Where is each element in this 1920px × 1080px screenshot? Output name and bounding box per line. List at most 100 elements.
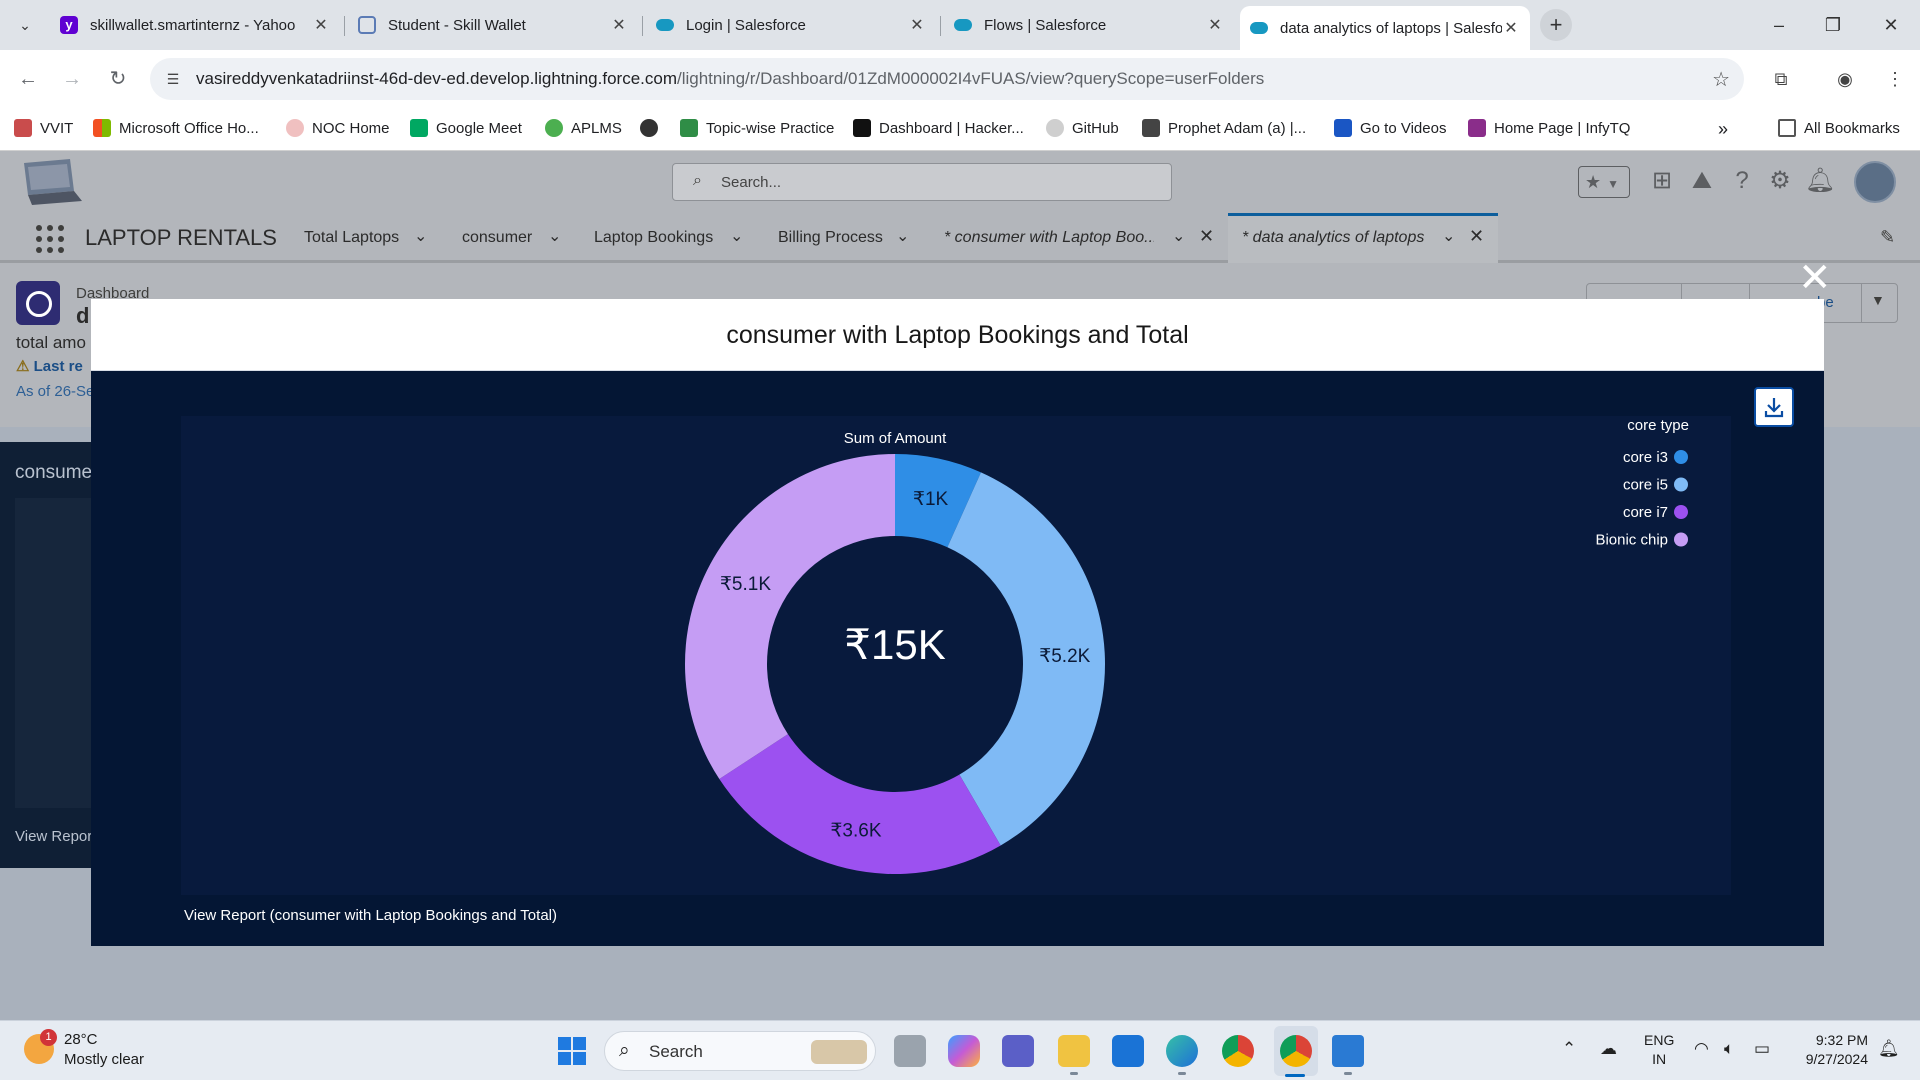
windows-start-icon[interactable] xyxy=(558,1037,586,1065)
trailhead-icon[interactable]: ⛰ xyxy=(1686,165,1718,197)
user-avatar[interactable] xyxy=(1854,161,1896,203)
app-logo[interactable] xyxy=(18,157,84,207)
favorites-button[interactable]: ★ ▼ xyxy=(1578,166,1630,198)
edge-icon[interactable] xyxy=(1166,1035,1198,1067)
chevron-down-icon[interactable]: ⌄ xyxy=(1172,226,1185,246)
chevron-down-icon[interactable]: ▼ xyxy=(1871,292,1885,308)
bookmark-item[interactable] xyxy=(640,119,666,137)
view-report-link[interactable]: View Report (consumer with Laptop Bookin… xyxy=(184,907,557,924)
weather-condition[interactable]: Mostly clear xyxy=(64,1051,144,1068)
battery-icon[interactable]: ▭ xyxy=(1754,1039,1770,1059)
chevron-down-icon[interactable]: ⌄ xyxy=(730,226,743,246)
edit-nav-pencil-icon[interactable]: ✎ xyxy=(1880,227,1895,248)
bookmark-item[interactable]: Go to Videos xyxy=(1334,119,1446,137)
bookmark-item[interactable]: Microsoft Office Ho... xyxy=(93,119,259,137)
chevron-down-icon[interactable]: ⌄ xyxy=(414,226,427,246)
bookmark-item[interactable]: Prophet Adam (a) |... xyxy=(1142,119,1306,137)
nav-tab-consumer-report[interactable]: * consumer with Laptop Boo... xyxy=(944,229,1154,247)
widget-view-report-link[interactable]: View Repor xyxy=(15,828,92,845)
address-bar[interactable]: ☰ vasireddyvenkatadriinst-46d-dev-ed.dev… xyxy=(150,58,1744,100)
copilot-icon[interactable] xyxy=(948,1035,980,1067)
browser-tab[interactable]: y skillwallet.smartinternz - Yahoo ✕ xyxy=(50,8,340,42)
bookmark-item[interactable]: GitHub xyxy=(1046,119,1119,137)
site-info-icon[interactable]: ☰ xyxy=(162,68,184,90)
close-tab-icon[interactable]: ✕ xyxy=(1206,15,1224,35)
global-actions-icon[interactable]: ⊞ xyxy=(1646,165,1678,197)
legend-item-label[interactable]: core i3 xyxy=(1623,449,1668,466)
more-bookmarks-icon[interactable]: » xyxy=(1718,119,1728,140)
browser-menu-icon[interactable]: ⋮ xyxy=(1880,64,1910,94)
chevron-down-icon[interactable]: ⌄ xyxy=(896,226,909,246)
chrome-icon[interactable] xyxy=(1280,1035,1312,1067)
wifi-icon[interactable]: ◠ xyxy=(1694,1039,1709,1059)
restore-icon[interactable]: ❐ xyxy=(1810,10,1856,40)
browser-tab[interactable]: Student - Skill Wallet ✕ xyxy=(348,8,638,42)
legend-swatch[interactable] xyxy=(1674,450,1688,464)
download-chart-button[interactable] xyxy=(1754,387,1794,427)
weather-temperature[interactable]: 28°C xyxy=(64,1031,98,1048)
task-view-icon[interactable] xyxy=(894,1035,926,1067)
legend-swatch[interactable] xyxy=(1674,532,1688,547)
extensions-icon[interactable]: ⧉ xyxy=(1766,64,1796,94)
system-clock[interactable]: 9:32 PM 9/27/2024 xyxy=(1796,1031,1868,1069)
notepad-icon[interactable] xyxy=(1332,1035,1364,1067)
nav-item-consumer[interactable]: consumer xyxy=(462,229,532,247)
close-tab-icon[interactable]: ✕ xyxy=(610,15,628,35)
close-tab-icon[interactable]: ✕ xyxy=(1199,226,1214,247)
close-tab-icon[interactable]: ✕ xyxy=(1502,18,1520,38)
nav-item-billing-process[interactable]: Billing Process xyxy=(778,229,883,247)
legend-swatch[interactable] xyxy=(1674,477,1688,492)
notifications-bell-icon[interactable]: 🔔︎ xyxy=(1804,165,1836,197)
new-tab-button[interactable]: + xyxy=(1540,9,1572,41)
onedrive-cloud-icon[interactable]: ☁ xyxy=(1600,1039,1617,1059)
show-hidden-icons-chevron-icon[interactable]: ⌃ xyxy=(1562,1039,1576,1059)
browser-tab[interactable]: Login | Salesforce ✕ xyxy=(646,8,936,42)
nav-tab-data-analytics[interactable]: * data analytics of laptops xyxy=(1242,229,1424,247)
bookmark-item[interactable]: NOC Home xyxy=(286,119,390,137)
minimize-icon[interactable]: – xyxy=(1756,10,1802,40)
volume-icon[interactable]: 🔈︎ xyxy=(1724,1039,1734,1059)
forward-icon[interactable]: → xyxy=(57,64,87,94)
setup-gear-icon[interactable]: ⚙ xyxy=(1764,165,1796,197)
bookmark-item[interactable]: VVIT xyxy=(14,119,73,137)
chevron-down-icon[interactable]: ⌄ xyxy=(1442,226,1455,246)
donut-slice-bionic-chip[interactable] xyxy=(685,454,895,780)
close-tab-icon[interactable]: ✕ xyxy=(312,15,330,35)
bookmark-item[interactable]: Topic-wise Practice xyxy=(680,119,834,137)
legend-swatch[interactable] xyxy=(1674,505,1688,519)
chevron-down-icon[interactable]: ⌄ xyxy=(548,226,561,246)
all-bookmarks-button[interactable]: All Bookmarks xyxy=(1778,119,1900,137)
legend-item-label[interactable]: Bionic chip xyxy=(1595,532,1668,549)
chrome-icon[interactable] xyxy=(1222,1035,1254,1067)
nav-item-total-laptops[interactable]: Total Laptops xyxy=(304,229,399,247)
language-indicator[interactable]: ENG IN xyxy=(1644,1031,1674,1069)
bookmark-item[interactable]: Home Page | InfyTQ xyxy=(1468,119,1630,137)
app-launcher-icon[interactable] xyxy=(36,225,64,253)
global-search-input[interactable]: ⌕ Search... xyxy=(672,163,1172,201)
legend-item-label[interactable]: core i5 xyxy=(1623,477,1668,494)
close-tab-icon[interactable]: ✕ xyxy=(908,15,926,35)
bookmark-star-icon[interactable]: ☆ xyxy=(1712,67,1730,92)
teams-icon[interactable] xyxy=(1002,1035,1034,1067)
file-explorer-icon[interactable] xyxy=(1058,1035,1090,1067)
close-window-icon[interactable]: ✕ xyxy=(1868,10,1914,40)
bookmark-item[interactable]: Google Meet xyxy=(410,119,522,137)
taskbar-search[interactable]: ⌕ Search xyxy=(604,1031,876,1071)
outlook-icon[interactable] xyxy=(1112,1035,1144,1067)
donut-slice-core-i7[interactable] xyxy=(719,734,1001,874)
bookmark-item[interactable]: APLMS xyxy=(545,119,622,137)
close-tab-icon[interactable]: ✕ xyxy=(1469,226,1484,247)
last-refreshed-warning[interactable]: ⚠ Last re xyxy=(16,357,83,375)
tab-search-chevron-icon[interactable]: ⌄ xyxy=(14,14,36,36)
notification-bell-icon[interactable]: 🔔︎ xyxy=(1878,1039,1900,1059)
nav-item-laptop-bookings[interactable]: Laptop Bookings xyxy=(594,229,713,247)
browser-tab-active[interactable]: data analytics of laptops | Salesforce ✕ xyxy=(1240,6,1530,50)
profile-icon[interactable]: ◉ xyxy=(1830,64,1860,94)
browser-tab[interactable]: Flows | Salesforce ✕ xyxy=(944,8,1234,42)
help-icon[interactable]: ? xyxy=(1726,165,1758,197)
reload-icon[interactable]: ↻ xyxy=(103,64,133,94)
close-modal-icon[interactable]: ✕ xyxy=(1798,258,1832,298)
legend-item-label[interactable]: core i7 xyxy=(1623,504,1668,521)
back-icon[interactable]: ← xyxy=(13,64,43,94)
bookmark-item[interactable]: Dashboard | Hacker... xyxy=(853,119,1024,137)
